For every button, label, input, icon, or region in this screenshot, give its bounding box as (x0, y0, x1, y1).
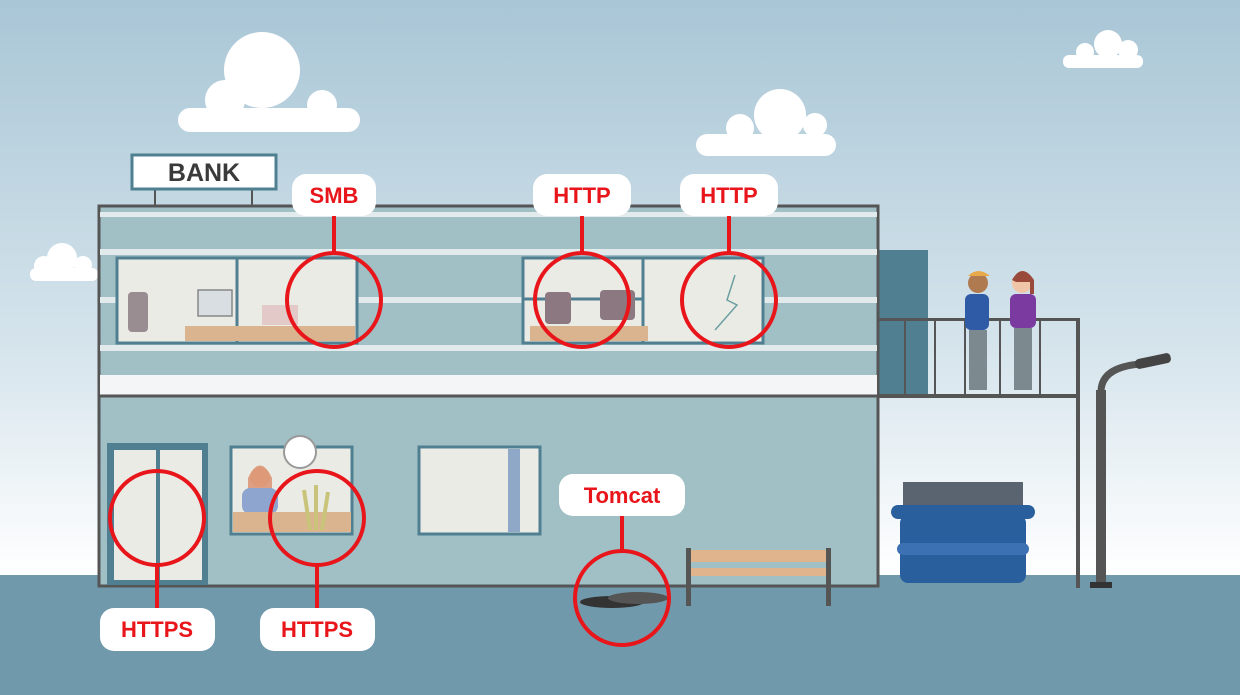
svg-text:HTTP: HTTP (700, 183, 757, 208)
dumpster (891, 482, 1035, 583)
label-https-door: HTTPS (100, 608, 215, 651)
svg-text:HTTP: HTTP (553, 183, 610, 208)
label-http-1: HTTP (533, 174, 631, 216)
label-tomcat: Tomcat (559, 474, 685, 516)
svg-text:HTTPS: HTTPS (121, 617, 193, 642)
bank-illustration: BANK SMB HTTP HTTP Tomcat HTTPS HTTPS (0, 0, 1240, 695)
label-smb: SMB (292, 174, 376, 216)
svg-text:HTTPS: HTTPS (281, 617, 353, 642)
svg-text:Tomcat: Tomcat (584, 483, 661, 508)
building: BANK (97, 153, 880, 588)
label-http-2: HTTP (680, 174, 778, 216)
label-https-window: HTTPS (260, 608, 375, 651)
bank-sign-text: BANK (168, 159, 240, 187)
svg-text:SMB: SMB (310, 183, 359, 208)
lower-window (417, 445, 542, 536)
